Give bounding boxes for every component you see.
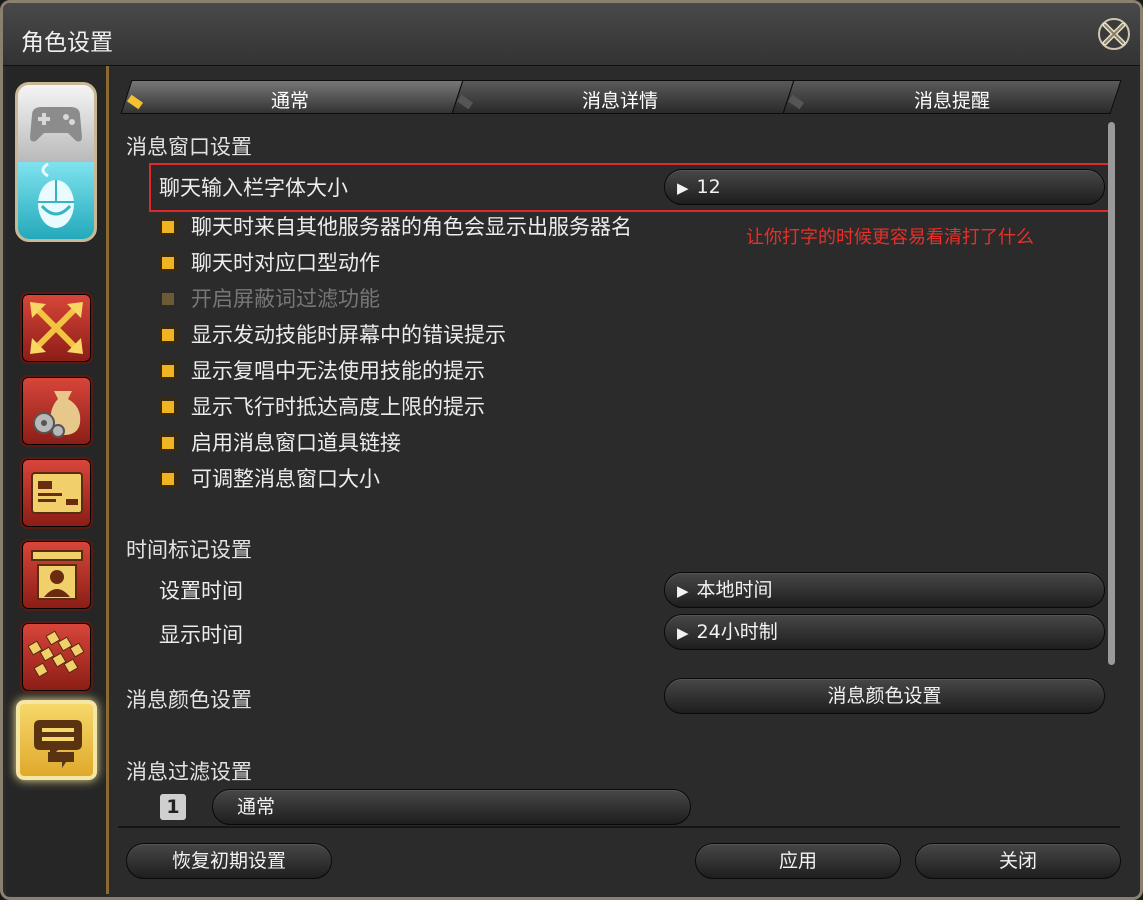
triangle-right-icon: ▶: [677, 624, 689, 642]
option-label: 可调整消息窗口大小: [191, 467, 380, 491]
font-size-label: 聊天输入栏字体大小: [159, 176, 348, 200]
option-label: 聊天时来自其他服务器的角色会显示出服务器名: [191, 215, 632, 239]
option-show-server-name[interactable]: 聊天时来自其他服务器的角色会显示出服务器名: [159, 214, 632, 240]
section-title-timestamp: 时间标记设置: [126, 538, 252, 562]
triangle-right-icon: ▶: [677, 179, 689, 197]
font-size-value: 12: [696, 176, 721, 198]
footer-divider: [118, 826, 1120, 828]
rail-divider: [106, 66, 109, 894]
display-time-dropdown[interactable]: ▶ 24小时制: [664, 614, 1105, 650]
window-title: 角色设置: [21, 30, 113, 56]
option-resizable-window[interactable]: 可调整消息窗口大小: [159, 466, 380, 492]
checkbox[interactable]: [159, 362, 177, 380]
reset-defaults-button[interactable]: 恢复初期设置: [126, 843, 332, 879]
checkbox[interactable]: [159, 218, 177, 236]
option-skill-error-tips[interactable]: 显示发动技能时屏幕中的错误提示: [159, 322, 506, 348]
checkbox[interactable]: [159, 398, 177, 416]
option-recast-tips[interactable]: 显示复唱中无法使用技能的提示: [159, 358, 485, 384]
message-color-button[interactable]: 消息颜色设置: [664, 678, 1105, 714]
set-time-value: 本地时间: [696, 579, 773, 601]
number-one-icon: 1: [160, 794, 186, 820]
triangle-right-icon: ▶: [677, 582, 689, 600]
bag-gears-icon[interactable]: [20, 375, 93, 447]
chat-bubbles-icon[interactable]: [16, 700, 97, 780]
option-lip-sync[interactable]: 聊天时对应口型动作: [159, 250, 380, 276]
checkbox[interactable]: [159, 254, 177, 272]
checkbox[interactable]: [159, 470, 177, 488]
option-label: 开启屏蔽词过滤功能: [191, 287, 380, 311]
set-time-dropdown[interactable]: ▶ 本地时间: [664, 572, 1105, 608]
tab-message-alerts-label: 消息提醒: [913, 90, 990, 112]
checker-icon[interactable]: [20, 621, 93, 693]
checkbox[interactable]: [159, 434, 177, 452]
annotation-text: 让你打字的时候更容易看清打了什么: [746, 227, 1034, 248]
set-time-label: 设置时间: [159, 579, 243, 603]
apply-button[interactable]: 应用: [695, 843, 901, 879]
gamepad-icon[interactable]: [18, 85, 94, 162]
display-time-value: 24小时制: [696, 621, 778, 643]
option-label: 显示发动技能时屏幕中的错误提示: [191, 323, 506, 347]
arrows-icon[interactable]: [20, 292, 93, 364]
section-title-message-color: 消息颜色设置: [126, 688, 252, 712]
tab-general-label: 通常: [270, 90, 309, 112]
display-time-label: 显示时间: [159, 623, 243, 647]
tab-message-details-label: 消息详情: [581, 90, 658, 112]
checkbox: [159, 290, 177, 308]
section-title-message-filter: 消息过滤设置: [126, 760, 252, 784]
title-bar: 角色设置: [3, 3, 1140, 66]
close-x-icon[interactable]: [1096, 16, 1132, 52]
scrollbar[interactable]: [1108, 122, 1115, 665]
option-profanity-filter: 开启屏蔽词过滤功能: [159, 286, 380, 312]
option-label: 聊天时对应口型动作: [191, 251, 380, 275]
section-title-message-window: 消息窗口设置: [126, 135, 252, 159]
message-filter-value: 通常: [237, 796, 276, 818]
close-button[interactable]: 关闭: [915, 843, 1121, 879]
checkbox[interactable]: [159, 326, 177, 344]
option-flight-altitude-tips[interactable]: 显示飞行时抵达高度上限的提示: [159, 394, 485, 420]
option-label: 显示复唱中无法使用技能的提示: [191, 359, 485, 383]
message-filter-dropdown[interactable]: 通常: [212, 789, 691, 825]
profile-icon[interactable]: [20, 539, 93, 611]
option-label: 启用消息窗口道具链接: [191, 431, 401, 455]
input-device-switch[interactable]: [15, 82, 97, 242]
option-label: 显示飞行时抵达高度上限的提示: [191, 395, 485, 419]
card-icon[interactable]: [20, 457, 93, 529]
mouse-icon[interactable]: [18, 162, 94, 239]
option-item-links[interactable]: 启用消息窗口道具链接: [159, 430, 401, 456]
font-size-dropdown[interactable]: ▶ 12: [664, 169, 1105, 205]
